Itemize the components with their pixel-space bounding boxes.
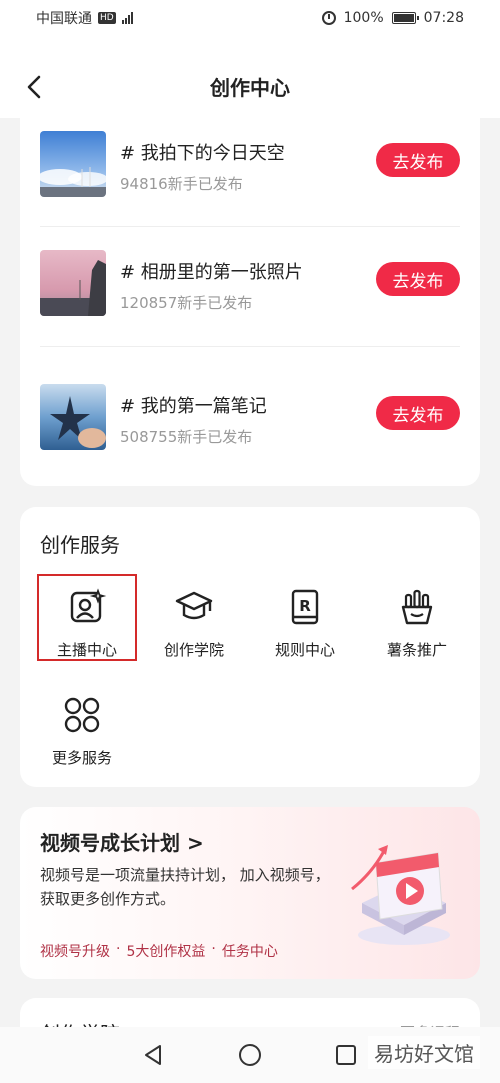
topic-title: # 我拍下的今日天空 xyxy=(120,143,285,164)
status-bar: 中国联通 HD 100% 07:28 xyxy=(0,0,500,36)
grid-circles-icon xyxy=(64,697,100,733)
battery-percent: 100% xyxy=(343,10,384,26)
header: 创作中心 xyxy=(0,36,500,118)
divider xyxy=(40,226,460,227)
link-separator: · xyxy=(116,941,121,957)
chevron-left-icon xyxy=(27,75,41,99)
service-label: 薯条推广 xyxy=(386,641,447,659)
pink-sky-photo-thumbnail xyxy=(40,250,106,316)
service-fries-promo[interactable]: 薯条推广 xyxy=(367,577,467,659)
signal-icon xyxy=(121,12,133,24)
video-growth-illustration xyxy=(351,845,450,945)
divider xyxy=(40,346,460,347)
topic-count: 120857新手已发布 xyxy=(120,294,253,312)
graduation-cap-icon xyxy=(175,591,213,620)
service-label: 规则中心 xyxy=(274,641,335,659)
service-label: 创作学院 xyxy=(163,641,224,659)
watermark: 易坊好文馆 xyxy=(368,1036,480,1069)
service-label: 主播中心 xyxy=(56,641,117,659)
hd-badge: HD xyxy=(98,12,116,24)
publish-button[interactable]: 去发布 xyxy=(376,143,460,177)
services-card: 创作服务 主播中心 创作学院 R 规则中心 薯条推广 更多服务 xyxy=(20,507,480,787)
service-rules[interactable]: R 规则中心 xyxy=(255,577,355,659)
growth-plan-links: 视频号升级 · 5大创作权益 · 任务中心 xyxy=(40,941,278,961)
nav-recent-icon[interactable] xyxy=(333,1042,359,1068)
nav-home-icon[interactable] xyxy=(237,1042,263,1068)
battery-icon xyxy=(391,12,419,24)
back-button[interactable] xyxy=(22,74,48,100)
topic-item-album[interactable]: # 相册里的第一张照片 120857新手已发布 去发布 xyxy=(40,250,460,318)
alarm-icon xyxy=(321,11,336,25)
svg-text:R: R xyxy=(299,597,311,615)
service-label: 更多服务 xyxy=(51,749,112,767)
starfish-photo-thumbnail xyxy=(40,384,106,450)
page-title: 创作中心 xyxy=(210,75,290,100)
service-more[interactable]: 更多服务 xyxy=(32,685,132,767)
publish-button[interactable]: 去发布 xyxy=(376,262,460,296)
carrier-name: 中国联通 xyxy=(36,11,92,27)
topic-count: 508755新手已发布 xyxy=(120,428,253,446)
topic-item-note[interactable]: # 我的第一篇笔记 508755新手已发布 去发布 xyxy=(40,384,460,452)
growth-plan-card[interactable]: 视频号成长计划 > 视频号是一项流量扶持计划， 加入视频号，获取更多创作方式。 … xyxy=(20,807,480,979)
link-task-center[interactable]: 任务中心 xyxy=(222,941,278,961)
anchor-profile-icon xyxy=(70,588,107,623)
topic-title: # 相册里的第一张照片 xyxy=(120,262,303,283)
fries-icon xyxy=(401,589,433,625)
sky-photo-thumbnail xyxy=(40,131,106,197)
rulebook-icon: R xyxy=(291,589,319,625)
topic-title: # 我的第一篇笔记 xyxy=(120,396,267,417)
publish-button[interactable]: 去发布 xyxy=(376,396,460,430)
topics-card: # 我拍下的今日天空 94816新手已发布 去发布 # 相册里的第一张照片 12… xyxy=(20,110,480,486)
nav-back-icon[interactable] xyxy=(141,1042,167,1068)
status-right: 100% 07:28 xyxy=(321,10,464,26)
link-separator: · xyxy=(211,941,216,957)
service-anchor-center[interactable]: 主播中心 xyxy=(37,577,137,659)
services-title: 创作服务 xyxy=(40,533,120,557)
service-academy[interactable]: 创作学院 xyxy=(144,577,244,659)
status-left: 中国联通 HD xyxy=(36,8,133,28)
growth-plan-description: 视频号是一项流量扶持计划， 加入视频号，获取更多创作方式。 xyxy=(40,866,330,908)
link-creator-benefits[interactable]: 5大创作权益 xyxy=(126,941,205,961)
topic-count: 94816新手已发布 xyxy=(120,175,243,193)
topic-item-sky[interactable]: # 我拍下的今日天空 94816新手已发布 去发布 xyxy=(40,131,460,199)
clock: 07:28 xyxy=(423,10,464,26)
link-video-upgrade[interactable]: 视频号升级 xyxy=(40,941,110,961)
growth-plan-title[interactable]: 视频号成长计划 > xyxy=(40,827,204,856)
